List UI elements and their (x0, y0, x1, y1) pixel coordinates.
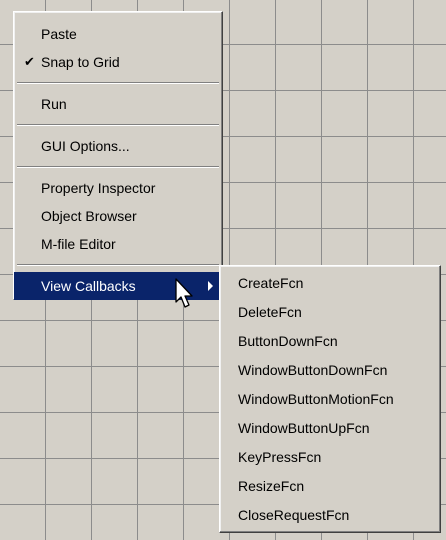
menu-item-label: Run (41, 96, 67, 112)
submenu-item-label: DeleteFcn (238, 304, 302, 320)
menu-item-paste[interactable]: Paste (14, 20, 222, 48)
menu-item-snap-to-grid[interactable]: ✔ Snap to Grid (14, 48, 222, 76)
submenu-item-label: ButtonDownFcn (238, 333, 338, 349)
menu-item-label: M-file Editor (41, 236, 116, 252)
submenu-item-buttondownfcn[interactable]: ButtonDownFcn (220, 327, 440, 356)
checkmark-icon: ✔ (24, 54, 35, 69)
context-menu: Paste ✔ Snap to Grid Run GUI Options... … (13, 11, 223, 300)
menu-separator (17, 82, 219, 84)
submenu-item-keypressfcn[interactable]: KeyPressFcn (220, 443, 440, 472)
submenu-item-label: KeyPressFcn (238, 449, 322, 465)
submenu-item-resizefcn[interactable]: ResizeFcn (220, 472, 440, 501)
submenu-item-label: ResizeFcn (238, 478, 305, 494)
menu-item-label: View Callbacks (41, 278, 136, 294)
menu-item-gui-options[interactable]: GUI Options... (14, 132, 222, 160)
menu-item-label: Object Browser (41, 208, 137, 224)
menu-separator (17, 166, 219, 168)
menu-item-label: Paste (41, 26, 77, 42)
callbacks-submenu: CreateFcn DeleteFcn ButtonDownFcn Window… (219, 265, 441, 533)
menu-item-run[interactable]: Run (14, 90, 222, 118)
submenu-item-windowbuttonupfcn[interactable]: WindowButtonUpFcn (220, 414, 440, 443)
menu-separator (17, 264, 219, 266)
menu-item-label: Property Inspector (41, 180, 156, 196)
submenu-item-label: CloseRequestFcn (238, 507, 350, 523)
submenu-item-label: WindowButtonMotionFcn (238, 391, 394, 407)
submenu-item-windowbuttonmotionfcn[interactable]: WindowButtonMotionFcn (220, 385, 440, 414)
submenu-item-label: CreateFcn (238, 275, 304, 291)
menu-separator (17, 124, 219, 126)
menu-item-property-inspector[interactable]: Property Inspector (14, 174, 222, 202)
submenu-item-label: WindowButtonDownFcn (238, 362, 388, 378)
submenu-item-label: WindowButtonUpFcn (238, 420, 370, 436)
submenu-item-createfcn[interactable]: CreateFcn (220, 269, 440, 298)
menu-item-label: GUI Options... (41, 138, 130, 154)
arrow-pointer-icon (175, 278, 193, 308)
menu-item-label: Snap to Grid (41, 54, 120, 70)
menu-item-object-browser[interactable]: Object Browser (14, 202, 222, 230)
menu-item-m-file-editor[interactable]: M-file Editor (14, 230, 222, 258)
chevron-right-icon (208, 281, 213, 291)
submenu-item-deletefcn[interactable]: DeleteFcn (220, 298, 440, 327)
submenu-item-closerequestfcn[interactable]: CloseRequestFcn (220, 501, 440, 530)
submenu-item-windowbuttondownfcn[interactable]: WindowButtonDownFcn (220, 356, 440, 385)
